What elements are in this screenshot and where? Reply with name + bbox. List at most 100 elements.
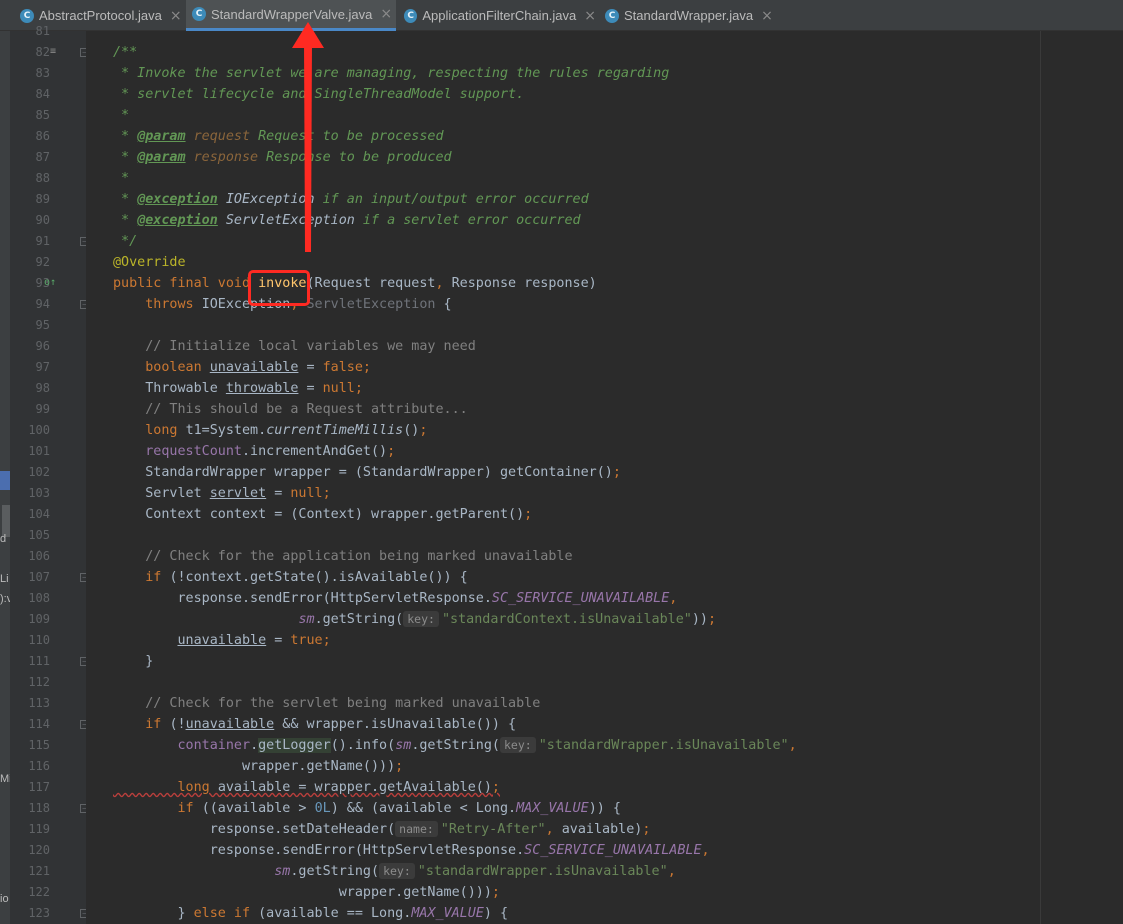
code-line[interactable]: response.sendError(HttpServletResponse.S… [113,840,710,861]
doc-render-icon[interactable]: ≡ [50,46,56,58]
code-line[interactable]: response.setDateHeader(name: "Retry-After… [113,819,650,840]
code-token: unavailable [185,717,275,732]
tab-applicationfilterchain[interactable]: C ApplicationFilterChain.java × [398,0,596,31]
code-editor[interactable]: /** * Invoke the servlet we are managing… [86,31,1123,924]
line-number: 88 [35,171,50,185]
code-token: currentTimeMillis [266,423,404,438]
line-number: 102 [28,465,50,479]
code-token: Response response) [451,276,597,291]
code-token: .getString( [290,864,380,879]
code-token: MAX_VALUE [411,906,484,921]
java-class-icon: C [192,7,206,21]
code-line[interactable]: long available = wrapper.getAvailable(); [113,777,500,798]
tool-window-label[interactable]: Mi [0,773,10,785]
line-number: 106 [28,549,50,563]
close-icon[interactable]: × [170,8,182,24]
code-token: throws [113,297,202,312]
code-token: , [788,738,797,753]
tool-window-label[interactable]: Li [0,573,9,585]
tool-window-label[interactable]: io [0,893,9,905]
code-line[interactable]: Throwable throwable = null; [113,378,363,399]
code-token: * [113,171,130,186]
code-token: "standardContext.isUnavailable" [441,612,692,627]
code-line[interactable]: * [113,105,129,126]
code-token: * [113,213,138,228]
code-line[interactable]: boolean unavailable = false; [113,357,371,378]
code-token: @param [137,150,186,165]
code-token: )) { [588,801,621,816]
code-token: public final void [113,276,259,291]
line-number: 118 [28,801,50,815]
code-line[interactable]: // Check for the application being marke… [113,546,573,567]
line-number: 115 [28,738,50,752]
code-token: response [185,150,259,165]
code-line[interactable]: * @exception ServletException if a servl… [113,210,581,231]
java-class-icon: C [605,8,619,23]
code-line[interactable]: * @param request Request to be processed [113,126,444,147]
code-line[interactable]: wrapper.getName())); [113,756,403,777]
code-line[interactable]: // Check for the servlet being marked un… [113,693,540,714]
code-line[interactable]: if (!unavailable && wrapper.isUnavailabl… [113,714,516,735]
code-token: ServletException [217,213,355,228]
code-token: ; [642,822,651,837]
code-line[interactable]: sm.getString(key: "standardWrapper.isUnav… [113,861,676,882]
code-line[interactable]: * @exception IOException if an input/out… [113,189,589,210]
code-token: long [113,780,218,795]
code-token: 0L [314,801,331,816]
code-line[interactable]: * @param response Response to be produce… [113,147,452,168]
code-line[interactable]: * servlet lifecycle and SingleThreadMode… [113,84,524,105]
code-line[interactable]: */ [113,231,137,252]
code-line[interactable]: StandardWrapper wrapper = (StandardWrapp… [113,462,621,483]
code-line[interactable]: @Override [113,252,186,273]
code-line[interactable]: requestCount.incrementAndGet(); [113,441,395,462]
code-line[interactable]: wrapper.getName())); [113,882,500,903]
code-line[interactable]: Servlet servlet = null; [113,483,330,504]
tab-standardwrapper[interactable]: C StandardWrapper.java × [599,0,779,31]
code-line[interactable]: Context context = (Context) wrapper.getP… [113,504,532,525]
line-number: 90 [35,213,50,227]
code-line[interactable]: /** [113,42,137,63]
code-token: request [185,129,251,144]
code-token: ServletException [306,297,436,312]
code-line[interactable]: if ((available > 0L) && (available < Lon… [113,798,621,819]
code-token: (available == Long. [258,906,412,921]
code-token: container [177,738,251,753]
code-token: // Check for the application being marke… [113,549,573,564]
code-token: = [298,360,323,375]
code-line[interactable]: container.getLogger().info(sm.getString(… [113,735,797,756]
code-line[interactable]: } else if (available == Long.MAX_VALUE) … [113,903,508,924]
code-token: )) [691,612,708,627]
code-token: { [435,297,452,312]
code-line[interactable]: unavailable = true; [113,630,331,651]
code-token: @param [137,129,186,144]
code-line[interactable]: long t1=System.currentTimeMillis(); [113,420,427,441]
code-token: .getString( [314,612,404,627]
code-token: .incrementAndGet() [242,444,388,459]
tool-window-label[interactable]: ):v [0,593,10,605]
code-line[interactable]: public final void invoke(Request request… [113,273,597,294]
code-line[interactable]: // This should be a Request attribute... [113,399,468,420]
line-number: 123 [28,906,50,920]
code-token: ; [708,612,717,627]
code-token: wrapper.getName())) [113,759,396,774]
line-number: 122 [28,885,50,899]
code-token: (!context.getState().isAvailable()) { [169,570,468,585]
code-line[interactable]: * Invoke the servlet we are managing, re… [113,63,669,84]
code-token: response.sendError(HttpServletResponse. [113,591,492,606]
close-icon[interactable]: × [584,8,596,24]
tool-window-label[interactable]: d [0,533,6,545]
code-line[interactable]: sm.getString(key: "standardContext.isUnav… [113,609,716,630]
code-token: SC_SERVICE_UNAVAILABLE [491,591,670,606]
close-icon[interactable]: × [761,8,773,24]
tab-standardwrappervalve[interactable]: C StandardWrapperValve.java × [186,0,396,31]
close-icon[interactable]: × [380,6,392,22]
code-line[interactable]: if (!context.getState().isAvailable()) { [113,567,468,588]
code-token: if [113,801,202,816]
code-line[interactable]: } [113,651,153,672]
code-line[interactable]: response.sendError(HttpServletResponse.S… [113,588,677,609]
code-line[interactable]: // Initialize local variables we may nee… [113,336,476,357]
override-method-icon[interactable]: o↑ [44,277,56,289]
line-number: 116 [28,759,50,773]
code-line[interactable]: * [113,168,129,189]
parameter-hint: key: [500,737,536,753]
